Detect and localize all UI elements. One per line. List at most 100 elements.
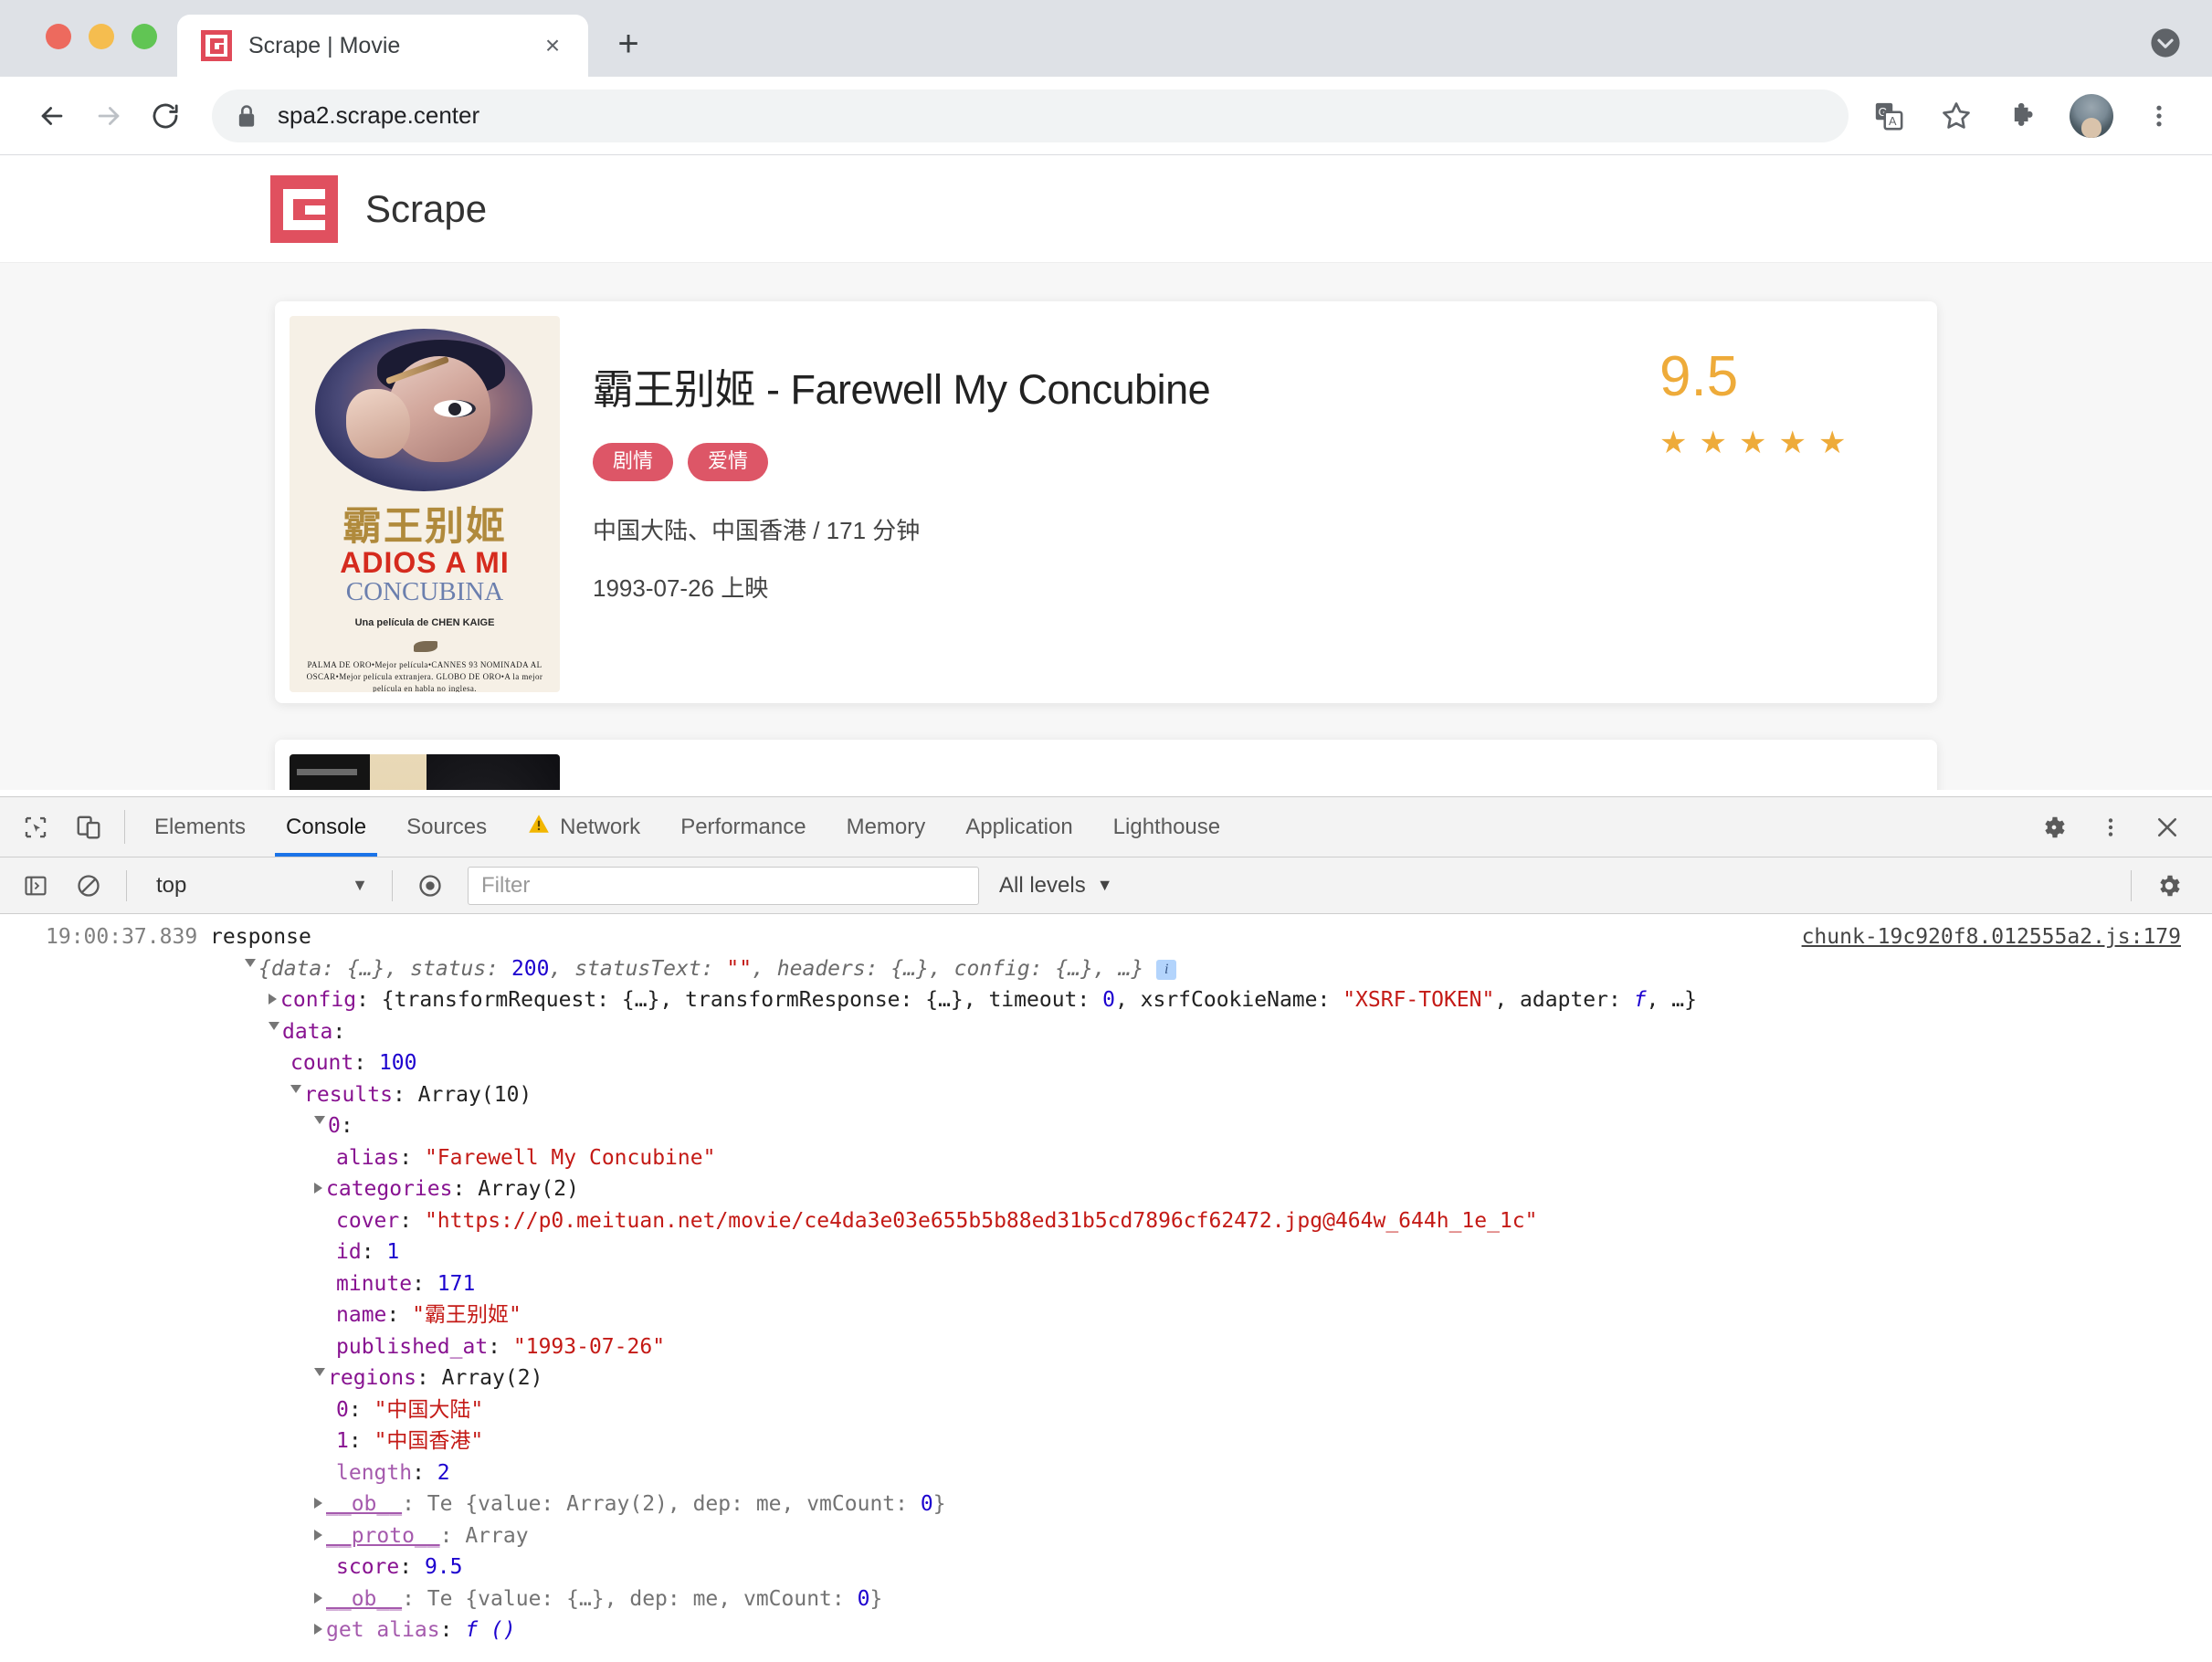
tab-console[interactable]: Console xyxy=(266,797,386,857)
browser-tab[interactable]: Scrape | Movie × xyxy=(177,15,588,77)
chevron-down-icon: ▼ xyxy=(352,876,368,894)
collapse-triangle-icon[interactable] xyxy=(314,1368,325,1382)
category-tag[interactable]: 爱情 xyxy=(688,443,769,481)
movie-poster xyxy=(290,754,560,790)
console-tree-row[interactable]: categories: Array(2) xyxy=(0,1173,2212,1205)
console-tree-row[interactable]: results: Array(10) xyxy=(0,1079,2212,1111)
live-expression-eye-icon[interactable] xyxy=(404,873,457,899)
expand-triangle-icon[interactable] xyxy=(314,1529,322,1541)
avatar-icon[interactable] xyxy=(2070,93,2113,138)
star-rating: ★ ★ ★ ★ ★ xyxy=(1659,427,1870,458)
console-tree-row[interactable]: regions: Array(2) xyxy=(0,1362,2212,1394)
star-icon[interactable] xyxy=(1934,94,1978,138)
movie-score: 9.5 xyxy=(1659,345,1739,408)
back-arrow-icon[interactable] xyxy=(24,88,80,144)
context-label: top xyxy=(156,872,187,898)
movie-score-block: 9.5 ★ ★ ★ ★ ★ xyxy=(1659,345,1870,459)
divider xyxy=(2131,869,2132,901)
star-icon: ★ xyxy=(1659,426,1688,460)
movie-list: 霸王别姬 ADIOS A MI CONCUBINA Una película d… xyxy=(0,263,2212,790)
tab-label: Lighthouse xyxy=(1112,814,1221,839)
collapse-triangle-icon[interactable] xyxy=(269,1021,279,1036)
expand-triangle-icon[interactable] xyxy=(245,958,256,973)
minimize-window-button[interactable] xyxy=(89,24,114,49)
warning-triangle-icon xyxy=(527,812,551,842)
tab-label: Network xyxy=(560,814,641,839)
poster-title-line2: CONCUBINA xyxy=(345,577,504,606)
expand-triangle-icon[interactable] xyxy=(314,1592,322,1604)
tab-title: Scrape | Movie xyxy=(248,32,401,58)
tab-lighthouse[interactable]: Lighthouse xyxy=(1093,797,1240,857)
console-tree-row[interactable]: get alias: f () xyxy=(0,1615,2212,1646)
svg-text:A: A xyxy=(1889,113,1897,127)
devtools-panel: Elements Console Sources Network Perform… xyxy=(0,796,2212,1662)
device-toolbar-icon[interactable] xyxy=(62,797,115,857)
console-context-selector[interactable]: top ▼ xyxy=(143,867,381,905)
kebab-menu-icon[interactable] xyxy=(2137,94,2181,138)
console-sidebar-icon[interactable] xyxy=(9,873,62,899)
divider xyxy=(126,869,127,901)
puzzle-icon[interactable] xyxy=(2002,94,2046,138)
close-window-button[interactable] xyxy=(46,24,71,49)
inspect-element-icon[interactable] xyxy=(9,797,62,857)
movie-card[interactable]: 霸王别姬 ADIOS A MI CONCUBINA Una película d… xyxy=(275,301,1937,703)
devtools-tabbar: Elements Console Sources Network Perform… xyxy=(0,797,2212,857)
console-output[interactable]: chunk-19c920f8.012555a2.js:179 19:00:37.… xyxy=(0,914,2212,1662)
tab-memory[interactable]: Memory xyxy=(827,797,946,857)
tab-performance[interactable]: Performance xyxy=(660,797,826,857)
close-tab-icon[interactable]: × xyxy=(537,30,568,61)
tab-label: Performance xyxy=(680,814,806,839)
reload-icon[interactable] xyxy=(137,88,194,144)
tab-application[interactable]: Application xyxy=(945,797,1092,857)
url-text: spa2.scrape.center xyxy=(278,101,480,129)
console-tree-row[interactable]: __proto__: Array xyxy=(0,1520,2212,1552)
expand-triangle-icon[interactable] xyxy=(314,1183,322,1194)
clear-console-icon[interactable] xyxy=(62,873,115,899)
close-icon[interactable] xyxy=(2139,814,2196,841)
console-tree-row[interactable]: __ob__: Te {value: {…}, dep: me, vmCount… xyxy=(0,1583,2212,1615)
star-icon: ★ xyxy=(1817,426,1847,460)
console-tree-row[interactable]: __ob__: Te {value: Array(2), dep: me, vm… xyxy=(0,1488,2212,1520)
console-filter-input[interactable]: Filter xyxy=(468,866,979,905)
console-tree-row: name: "霸王别姬" xyxy=(336,1303,521,1327)
expand-triangle-icon[interactable] xyxy=(314,1498,322,1509)
lock-icon xyxy=(236,103,259,129)
tab-label: Sources xyxy=(406,814,488,839)
movie-card[interactable]: 这个杀手不太冷 - Léon 9.5 xyxy=(275,740,1937,790)
gear-icon[interactable] xyxy=(2026,814,2082,841)
new-tab-button[interactable]: + xyxy=(603,18,654,69)
star-icon: ★ xyxy=(1699,426,1727,460)
console-tree-row: id: 1 xyxy=(336,1240,400,1264)
console-tree-row[interactable]: data: xyxy=(0,1016,2212,1048)
collapse-triangle-icon[interactable] xyxy=(290,1084,301,1099)
movie-poster: 霸王别姬 ADIOS A MI CONCUBINA Una película d… xyxy=(290,316,560,692)
maximize-window-button[interactable] xyxy=(132,24,157,49)
gear-icon[interactable] xyxy=(2143,872,2196,899)
console-level-selector[interactable]: All levels ▼ xyxy=(999,873,1113,899)
console-tree-row: published_at: "1993-07-26" xyxy=(336,1334,666,1359)
toolbar-icons: GA xyxy=(1867,93,2181,138)
translate-icon[interactable]: GA xyxy=(1867,94,1911,138)
kebab-menu-icon[interactable] xyxy=(2082,815,2139,839)
tab-label: Elements xyxy=(154,814,247,839)
console-tree-row[interactable]: 0: xyxy=(0,1110,2212,1142)
tab-elements[interactable]: Elements xyxy=(134,797,266,857)
console-tree-row: 1: "中国香港" xyxy=(336,1429,484,1453)
category-tag[interactable]: 剧情 xyxy=(593,443,674,481)
collapse-triangle-icon[interactable] xyxy=(314,1116,325,1130)
tab-sources[interactable]: Sources xyxy=(386,797,507,857)
expand-triangle-icon[interactable] xyxy=(269,994,277,1005)
info-badge-icon[interactable]: i xyxy=(1156,959,1177,980)
console-tree-row[interactable]: config: {transformRequest: {…}, transfor… xyxy=(0,984,2212,1016)
tab-network[interactable]: Network xyxy=(507,797,660,857)
poster-title-line1: ADIOS A MI xyxy=(340,546,510,579)
address-bar[interactable]: spa2.scrape.center xyxy=(212,89,1849,142)
levels-label: All levels xyxy=(999,872,1086,898)
page-viewport: Scrape 霸王别姬 ADIOS A MI CONCUBINA Una pel… xyxy=(0,155,2212,790)
expand-triangle-icon[interactable] xyxy=(314,1624,322,1635)
tab-label: Application xyxy=(965,814,1073,839)
tab-label: Console xyxy=(286,814,367,839)
console-object-summary[interactable]: {data: {…}, status: 200, statusText: "",… xyxy=(0,953,2212,985)
window-options-icon[interactable] xyxy=(2144,22,2186,64)
forward-arrow-icon[interactable] xyxy=(80,88,137,144)
